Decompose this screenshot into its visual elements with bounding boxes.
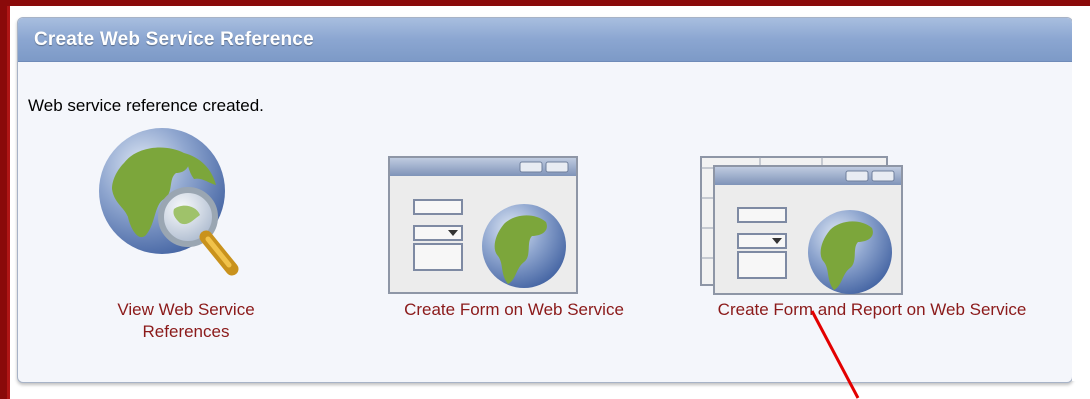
globe-magnifier-icon <box>99 128 239 276</box>
window-frame-left <box>0 0 7 399</box>
create-form-and-report-on-web-service-link[interactable]: Create Form and Report on Web Service <box>682 156 1062 366</box>
create-form-on-web-service-link[interactable]: Create Form on Web Service <box>388 156 634 366</box>
tile-label: View Web Service References <box>117 300 255 341</box>
form-window-globe-icon <box>388 156 578 294</box>
view-web-service-references-link[interactable]: View Web Service References <box>76 123 296 363</box>
create-web-service-reference-region: Create Web Service Reference Web service… <box>17 17 1073 383</box>
tile-label: Create Form and Report on Web Service <box>717 300 1027 319</box>
tile-label: Create Form on Web Service <box>404 300 624 319</box>
region-title: Create Web Service Reference <box>34 29 314 50</box>
stacked-form-report-globe-icon <box>700 156 903 295</box>
page-right-margin <box>1072 17 1090 381</box>
success-message: Web service reference created. <box>28 96 264 115</box>
region-header: Create Web Service Reference <box>18 18 1072 62</box>
